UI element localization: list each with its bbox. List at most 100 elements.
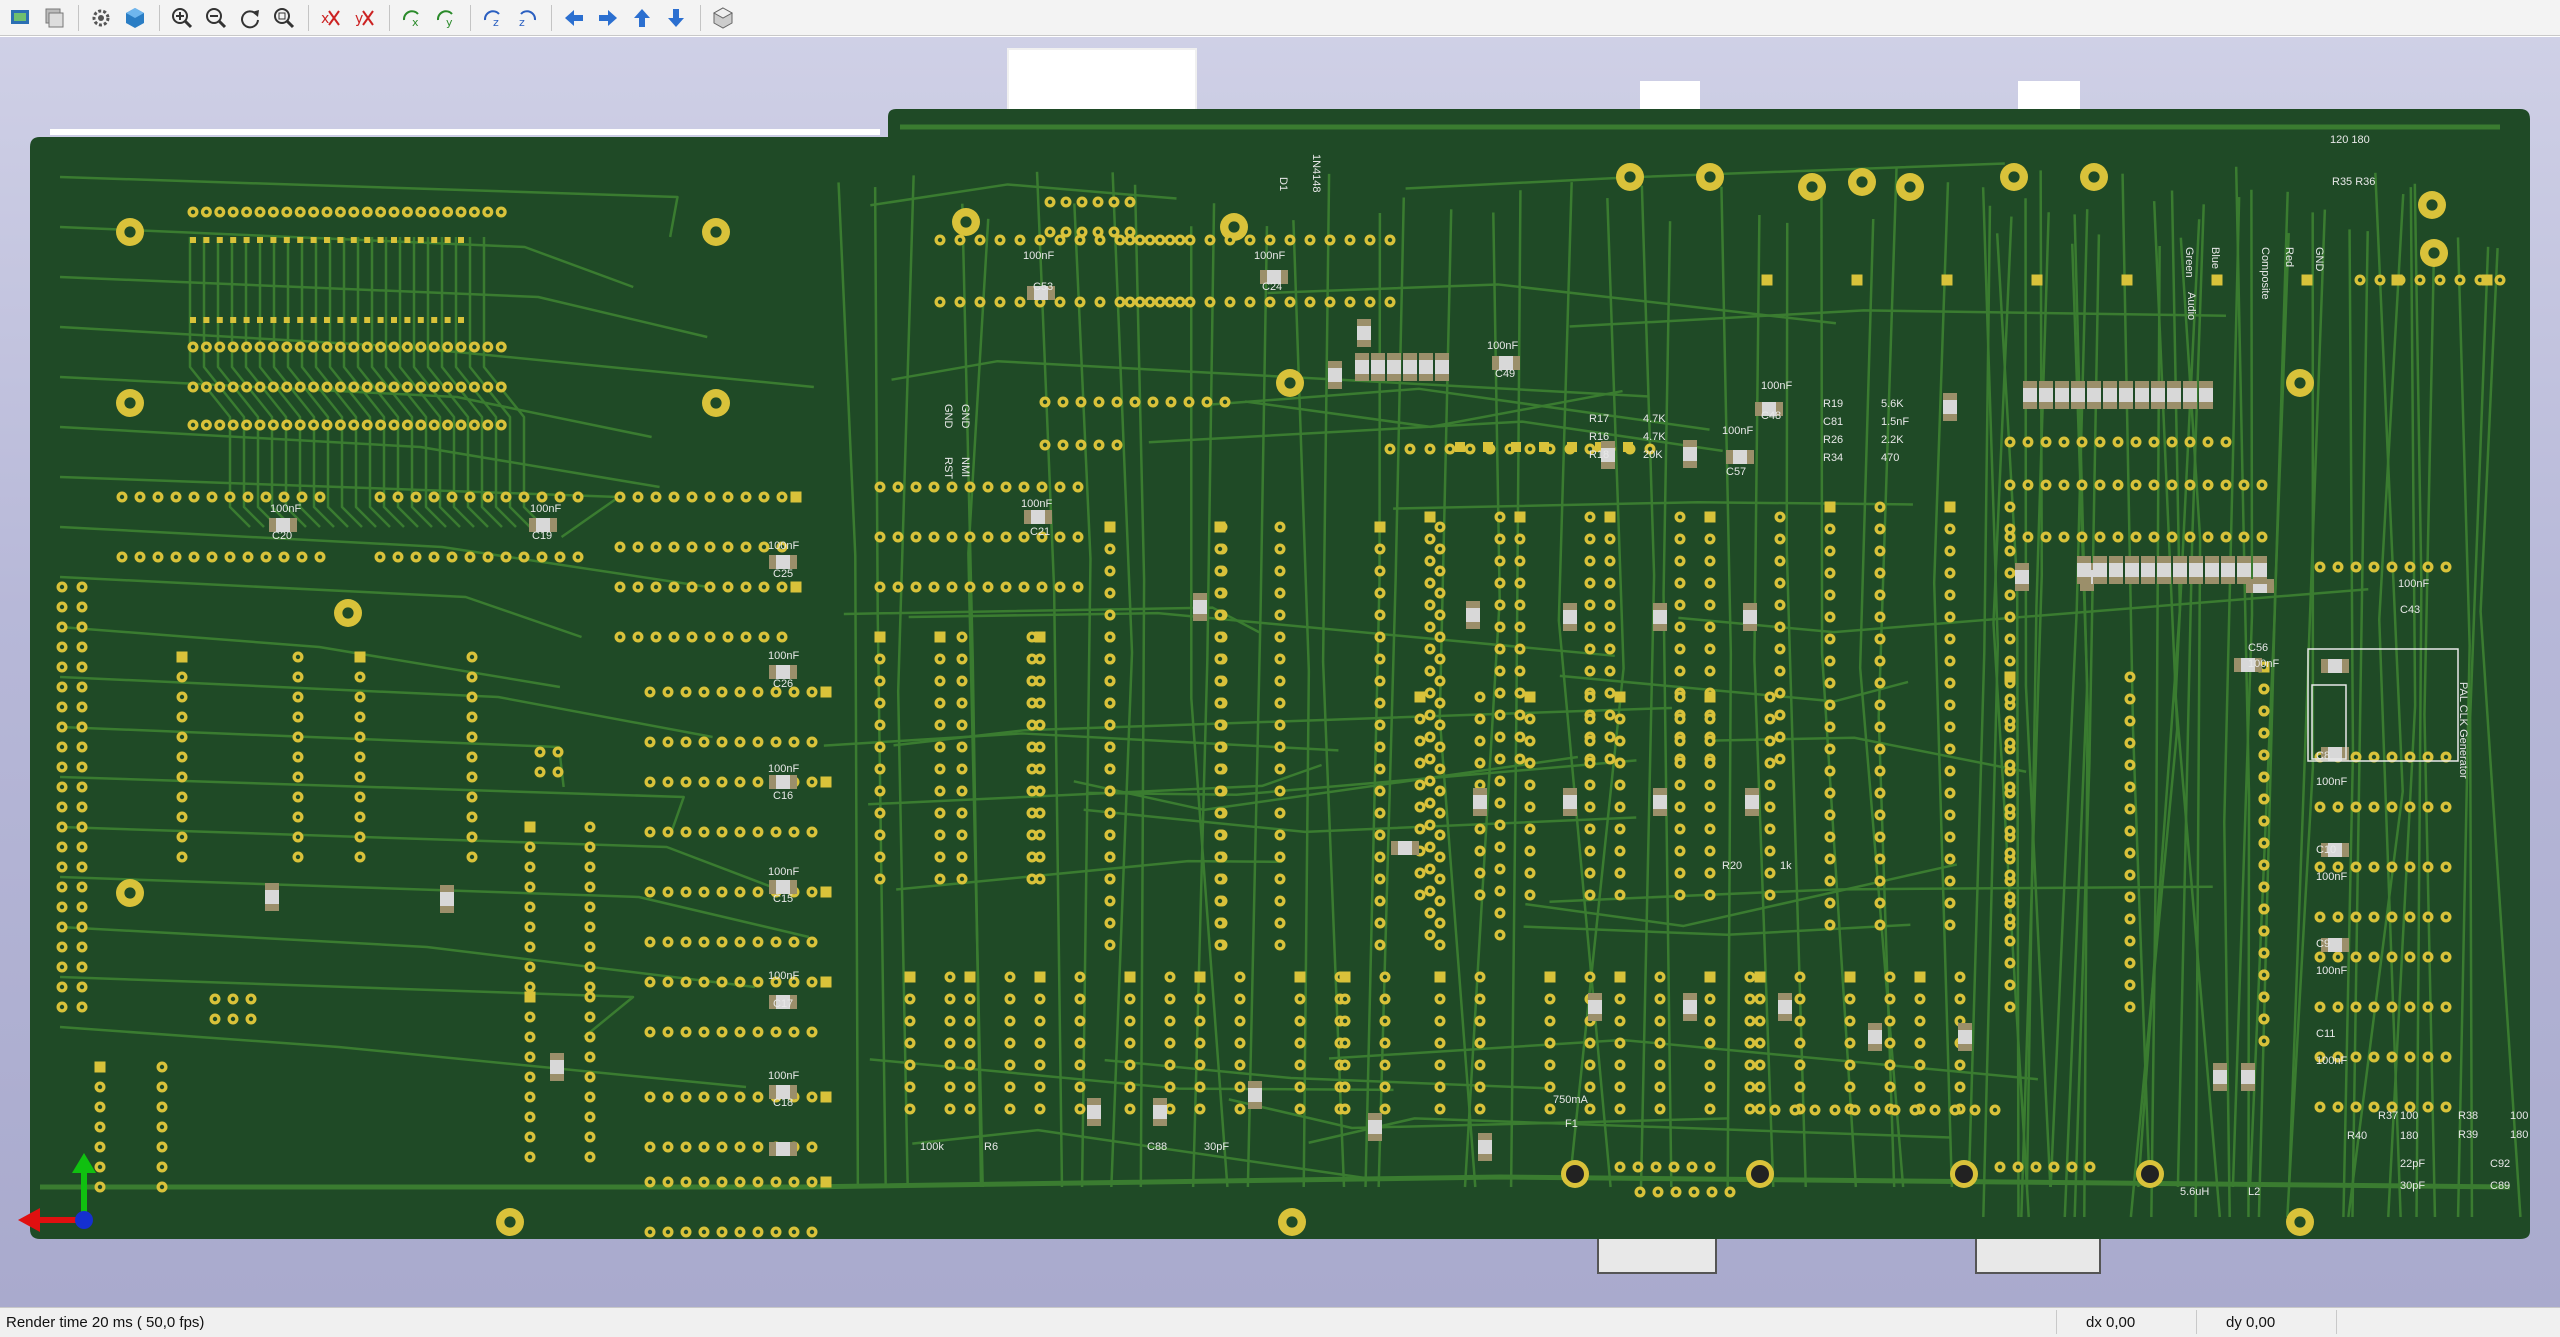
flip-y-button[interactable]: y: [349, 2, 381, 34]
pad-hole: [1058, 485, 1062, 489]
pad-hole: [1148, 238, 1152, 242]
3d-cube-button[interactable]: [119, 2, 151, 34]
pad-hole: [2408, 915, 2412, 919]
preferences-gear-button[interactable]: [85, 2, 117, 34]
smd-end: [1653, 624, 1667, 631]
pad-hole: [908, 997, 912, 1001]
pad-hole: [419, 345, 423, 349]
square-pad: [445, 237, 451, 243]
pad-hole: [1778, 647, 1782, 651]
pad-hole: [174, 555, 178, 559]
pad-hole: [2438, 278, 2442, 282]
pad-hole: [2008, 895, 2012, 899]
pad-hole: [1948, 835, 1952, 839]
pad-hole: [1548, 997, 1552, 1001]
zoom-fit-button[interactable]: [268, 2, 300, 34]
pad-hole: [648, 830, 652, 834]
pad-hole: [160, 1065, 164, 1069]
pad-hole: [1708, 997, 1712, 1001]
pad-hole: [1948, 593, 1952, 597]
rotate-y-cw-button[interactable]: y: [430, 2, 462, 34]
board-setup-button[interactable]: [4, 2, 36, 34]
pad-hole: [338, 345, 342, 349]
pad-hole: [1498, 625, 1502, 629]
pad-hole: [756, 890, 760, 894]
pad-hole: [472, 385, 476, 389]
silk-label: R6: [984, 1141, 998, 1153]
rotate-y-cw-icon: y: [434, 6, 458, 30]
pad-hole: [684, 1230, 688, 1234]
pad-hole: [338, 385, 342, 389]
pad-hole: [1518, 581, 1522, 585]
rotate-x-cw-button[interactable]: x: [396, 2, 428, 34]
pad-hole: [180, 715, 184, 719]
pad-hole: [2444, 565, 2448, 569]
pad-hole: [1528, 849, 1532, 853]
move-right-button[interactable]: [592, 2, 624, 34]
pad-hole: [528, 1115, 532, 1119]
pad-hole: [960, 635, 964, 639]
smd-end: [1087, 1098, 1101, 1105]
layers-button[interactable]: [38, 2, 70, 34]
zoom-out-button[interactable]: [200, 2, 232, 34]
move-down-button[interactable]: [660, 2, 692, 34]
silk-label: 180: [2400, 1130, 2418, 1142]
pad-hole: [2088, 171, 2099, 182]
pad-hole: [1079, 443, 1083, 447]
rotate-z-ccw-button[interactable]: z: [511, 2, 543, 34]
pad-hole: [636, 495, 640, 499]
pad-hole: [358, 695, 362, 699]
pad-hole: [938, 833, 942, 837]
pad-hole: [1428, 845, 1432, 849]
pad-hole: [80, 705, 84, 709]
silk-label: C16: [773, 790, 793, 802]
pad-hole: [1438, 833, 1442, 837]
pad-hole: [1238, 997, 1242, 1001]
3d-viewport[interactable]: 100nFC20100nFC19100nFC25100nFC26100nFC16…: [0, 37, 2560, 1307]
pad-hole: [528, 1035, 532, 1039]
pad-hole: [1268, 238, 1272, 242]
pad-hole: [1228, 221, 1239, 232]
move-right-icon: [596, 6, 620, 30]
pad-hole: [1198, 1019, 1202, 1023]
pad-hole: [80, 745, 84, 749]
pad-hole: [1948, 747, 1952, 751]
pad-hole: [298, 345, 302, 349]
pad-hole: [1108, 547, 1112, 551]
pad-hole: [2242, 535, 2246, 539]
pad-hole: [588, 925, 592, 929]
pad-hole: [1478, 893, 1482, 897]
silk-label: C57: [1726, 466, 1746, 478]
flip-x-button[interactable]: x: [315, 2, 347, 34]
pad-hole: [1873, 1108, 1877, 1112]
pad-hole: [978, 300, 982, 304]
pad-hole: [470, 835, 474, 839]
redraw-button[interactable]: [234, 2, 266, 34]
pad-hole: [1038, 1107, 1042, 1111]
pad-hole: [1218, 921, 1222, 925]
silk-label: 2.2K: [1881, 434, 1904, 446]
pad-hole: [1198, 1041, 1202, 1045]
pad-hole: [1608, 757, 1612, 761]
pad-hole: [968, 535, 972, 539]
pad-hole: [2026, 440, 2030, 444]
pad-hole: [2408, 1005, 2412, 1009]
smd-end: [2253, 577, 2267, 584]
square-pad: [821, 887, 832, 898]
ortho-view-button[interactable]: [707, 2, 739, 34]
smd-end: [2103, 402, 2117, 409]
move-left-button[interactable]: [558, 2, 590, 34]
pad-hole: [98, 1185, 102, 1189]
silk-label: RST: [942, 457, 954, 479]
zoom-in-button[interactable]: [166, 2, 198, 34]
pad-hole: [191, 385, 195, 389]
pad-hole: [576, 495, 580, 499]
move-up-button[interactable]: [626, 2, 658, 34]
pad-hole: [2044, 483, 2048, 487]
pad-hole: [138, 555, 142, 559]
rotate-z-cw-button[interactable]: z: [477, 2, 509, 34]
pad-hole: [1428, 603, 1432, 607]
pad-hole: [1848, 1019, 1852, 1023]
pad-hole: [878, 745, 882, 749]
pad-hole: [2008, 785, 2012, 789]
